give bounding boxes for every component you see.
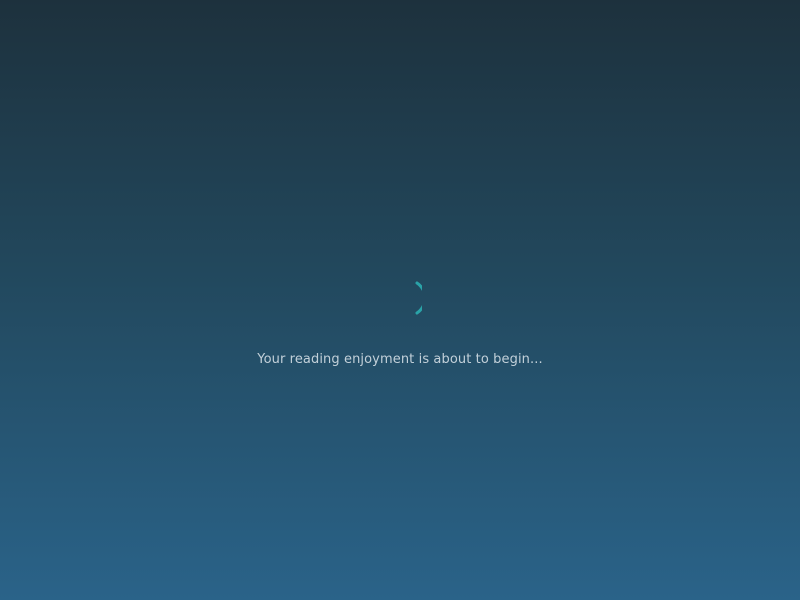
loading-screen: Your reading enjoyment is about to begin… xyxy=(0,0,800,600)
loading-spinner-arc xyxy=(415,281,422,315)
loading-message: Your reading enjoyment is about to begin… xyxy=(257,352,543,367)
loading-spinner-icon xyxy=(386,280,422,316)
